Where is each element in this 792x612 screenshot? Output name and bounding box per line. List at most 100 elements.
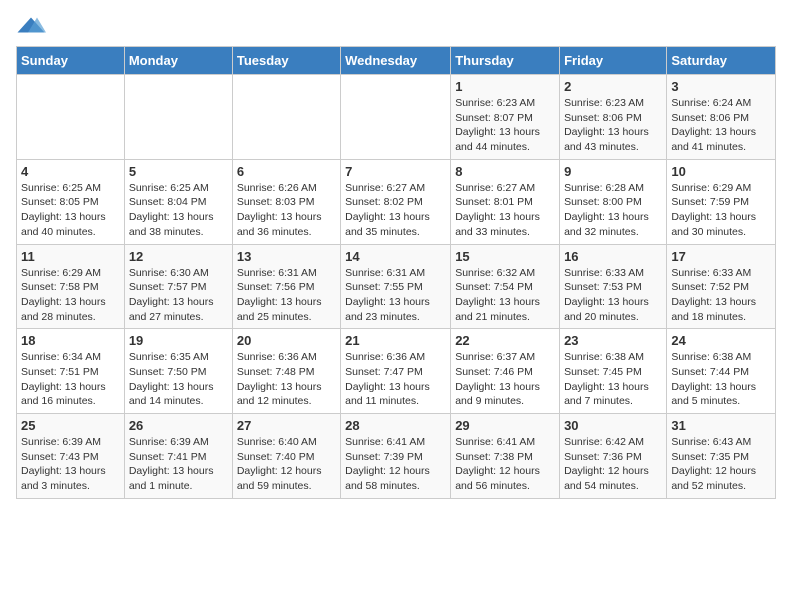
day-info: Sunrise: 6:43 AM Sunset: 7:35 PM Dayligh…	[671, 435, 771, 494]
day-number: 19	[129, 333, 228, 348]
day-cell-1: 1 Sunrise: 6:23 AM Sunset: 8:07 PM Daylig…	[451, 75, 560, 160]
day-info: Sunrise: 6:42 AM Sunset: 7:36 PM Dayligh…	[564, 435, 662, 494]
header-day-tuesday: Tuesday	[232, 47, 340, 75]
day-cell-12: 12 Sunrise: 6:30 AM Sunset: 7:57 PM Dayli…	[124, 244, 232, 329]
day-info: Sunrise: 6:30 AM Sunset: 7:57 PM Dayligh…	[129, 266, 228, 325]
header-day-wednesday: Wednesday	[341, 47, 451, 75]
header-day-friday: Friday	[560, 47, 667, 75]
day-number: 8	[455, 164, 555, 179]
day-cell-31: 31 Sunrise: 6:43 AM Sunset: 7:35 PM Dayli…	[667, 414, 776, 499]
calendar-body: 1 Sunrise: 6:23 AM Sunset: 8:07 PM Daylig…	[17, 75, 776, 499]
day-number: 6	[237, 164, 336, 179]
day-cell-9: 9 Sunrise: 6:28 AM Sunset: 8:00 PM Daylig…	[560, 159, 667, 244]
day-cell-28: 28 Sunrise: 6:41 AM Sunset: 7:39 PM Dayli…	[341, 414, 451, 499]
day-info: Sunrise: 6:27 AM Sunset: 8:02 PM Dayligh…	[345, 181, 446, 240]
day-number: 1	[455, 79, 555, 94]
logo-icon	[16, 16, 46, 34]
day-number: 31	[671, 418, 771, 433]
day-number: 30	[564, 418, 662, 433]
day-cell-26: 26 Sunrise: 6:39 AM Sunset: 7:41 PM Dayli…	[124, 414, 232, 499]
day-info: Sunrise: 6:33 AM Sunset: 7:52 PM Dayligh…	[671, 266, 771, 325]
day-cell-29: 29Sunrise: 6:41 AM Sunset: 7:38 PM Dayli…	[451, 414, 560, 499]
day-number: 3	[671, 79, 771, 94]
day-cell-23: 23 Sunrise: 6:38 AM Sunset: 7:45 PM Dayli…	[560, 329, 667, 414]
day-cell-empty-1	[124, 75, 232, 160]
day-info: Sunrise: 6:29 AM Sunset: 7:59 PM Dayligh…	[671, 181, 771, 240]
day-number: 28	[345, 418, 446, 433]
header-day-monday: Monday	[124, 47, 232, 75]
day-info: Sunrise: 6:23 AM Sunset: 8:06 PM Dayligh…	[564, 96, 662, 155]
day-number: 20	[237, 333, 336, 348]
day-number: 25	[21, 418, 120, 433]
page-header	[16, 16, 776, 34]
day-number: 4	[21, 164, 120, 179]
week-row-3: 11Sunrise: 6:29 AM Sunset: 7:58 PM Dayli…	[17, 244, 776, 329]
day-cell-30: 30 Sunrise: 6:42 AM Sunset: 7:36 PM Dayli…	[560, 414, 667, 499]
day-number: 5	[129, 164, 228, 179]
day-info: Sunrise: 6:38 AM Sunset: 7:45 PM Dayligh…	[564, 350, 662, 409]
header-day-sunday: Sunday	[17, 47, 125, 75]
day-number: 22	[455, 333, 555, 348]
day-cell-17: 17 Sunrise: 6:33 AM Sunset: 7:52 PM Dayli…	[667, 244, 776, 329]
day-number: 16	[564, 249, 662, 264]
day-number: 18	[21, 333, 120, 348]
day-info: Sunrise: 6:41 AM Sunset: 7:38 PM Dayligh…	[455, 435, 555, 494]
day-cell-20: 20 Sunrise: 6:36 AM Sunset: 7:48 PM Dayli…	[232, 329, 340, 414]
day-info: Sunrise: 6:28 AM Sunset: 8:00 PM Dayligh…	[564, 181, 662, 240]
day-number: 17	[671, 249, 771, 264]
day-info: Sunrise: 6:27 AM Sunset: 8:01 PM Dayligh…	[455, 181, 555, 240]
week-row-2: 4Sunrise: 6:25 AM Sunset: 8:05 PM Daylig…	[17, 159, 776, 244]
day-cell-11: 11Sunrise: 6:29 AM Sunset: 7:58 PM Dayli…	[17, 244, 125, 329]
day-cell-empty-2	[232, 75, 340, 160]
day-cell-3: 3 Sunrise: 6:24 AM Sunset: 8:06 PM Daylig…	[667, 75, 776, 160]
day-number: 9	[564, 164, 662, 179]
day-cell-6: 6 Sunrise: 6:26 AM Sunset: 8:03 PM Daylig…	[232, 159, 340, 244]
day-info: Sunrise: 6:34 AM Sunset: 7:51 PM Dayligh…	[21, 350, 120, 409]
day-number: 14	[345, 249, 446, 264]
day-cell-24: 24 Sunrise: 6:38 AM Sunset: 7:44 PM Dayli…	[667, 329, 776, 414]
day-info: Sunrise: 6:37 AM Sunset: 7:46 PM Dayligh…	[455, 350, 555, 409]
day-number: 10	[671, 164, 771, 179]
header-day-thursday: Thursday	[451, 47, 560, 75]
day-info: Sunrise: 6:36 AM Sunset: 7:48 PM Dayligh…	[237, 350, 336, 409]
day-number: 26	[129, 418, 228, 433]
day-info: Sunrise: 6:31 AM Sunset: 7:56 PM Dayligh…	[237, 266, 336, 325]
day-info: Sunrise: 6:41 AM Sunset: 7:39 PM Dayligh…	[345, 435, 446, 494]
day-info: Sunrise: 6:25 AM Sunset: 8:04 PM Dayligh…	[129, 181, 228, 240]
day-info: Sunrise: 6:35 AM Sunset: 7:50 PM Dayligh…	[129, 350, 228, 409]
day-cell-18: 18 Sunrise: 6:34 AM Sunset: 7:51 PM Dayli…	[17, 329, 125, 414]
day-number: 2	[564, 79, 662, 94]
header-row: SundayMondayTuesdayWednesdayThursdayFrid…	[17, 47, 776, 75]
day-info: Sunrise: 6:32 AM Sunset: 7:54 PM Dayligh…	[455, 266, 555, 325]
day-info: Sunrise: 6:39 AM Sunset: 7:41 PM Dayligh…	[129, 435, 228, 494]
day-number: 21	[345, 333, 446, 348]
day-cell-13: 13 Sunrise: 6:31 AM Sunset: 7:56 PM Dayli…	[232, 244, 340, 329]
week-row-5: 25Sunrise: 6:39 AM Sunset: 7:43 PM Dayli…	[17, 414, 776, 499]
day-cell-16: 16 Sunrise: 6:33 AM Sunset: 7:53 PM Dayli…	[560, 244, 667, 329]
week-row-1: 1 Sunrise: 6:23 AM Sunset: 8:07 PM Daylig…	[17, 75, 776, 160]
day-cell-8: 8 Sunrise: 6:27 AM Sunset: 8:01 PM Daylig…	[451, 159, 560, 244]
day-cell-2: 2 Sunrise: 6:23 AM Sunset: 8:06 PM Daylig…	[560, 75, 667, 160]
day-cell-14: 14Sunrise: 6:31 AM Sunset: 7:55 PM Dayli…	[341, 244, 451, 329]
day-number: 24	[671, 333, 771, 348]
calendar-header: SundayMondayTuesdayWednesdayThursdayFrid…	[17, 47, 776, 75]
day-cell-empty-3	[341, 75, 451, 160]
day-info: Sunrise: 6:23 AM Sunset: 8:07 PM Dayligh…	[455, 96, 555, 155]
day-cell-empty-0	[17, 75, 125, 160]
logo	[16, 16, 50, 34]
day-cell-15: 15Sunrise: 6:32 AM Sunset: 7:54 PM Dayli…	[451, 244, 560, 329]
day-number: 12	[129, 249, 228, 264]
calendar-table: SundayMondayTuesdayWednesdayThursdayFrid…	[16, 46, 776, 499]
day-info: Sunrise: 6:26 AM Sunset: 8:03 PM Dayligh…	[237, 181, 336, 240]
day-cell-7: 7 Sunrise: 6:27 AM Sunset: 8:02 PM Daylig…	[341, 159, 451, 244]
day-number: 13	[237, 249, 336, 264]
day-info: Sunrise: 6:33 AM Sunset: 7:53 PM Dayligh…	[564, 266, 662, 325]
week-row-4: 18 Sunrise: 6:34 AM Sunset: 7:51 PM Dayli…	[17, 329, 776, 414]
day-cell-5: 5 Sunrise: 6:25 AM Sunset: 8:04 PM Daylig…	[124, 159, 232, 244]
day-number: 7	[345, 164, 446, 179]
day-info: Sunrise: 6:29 AM Sunset: 7:58 PM Dayligh…	[21, 266, 120, 325]
day-info: Sunrise: 6:38 AM Sunset: 7:44 PM Dayligh…	[671, 350, 771, 409]
day-info: Sunrise: 6:40 AM Sunset: 7:40 PM Dayligh…	[237, 435, 336, 494]
day-info: Sunrise: 6:24 AM Sunset: 8:06 PM Dayligh…	[671, 96, 771, 155]
day-number: 23	[564, 333, 662, 348]
